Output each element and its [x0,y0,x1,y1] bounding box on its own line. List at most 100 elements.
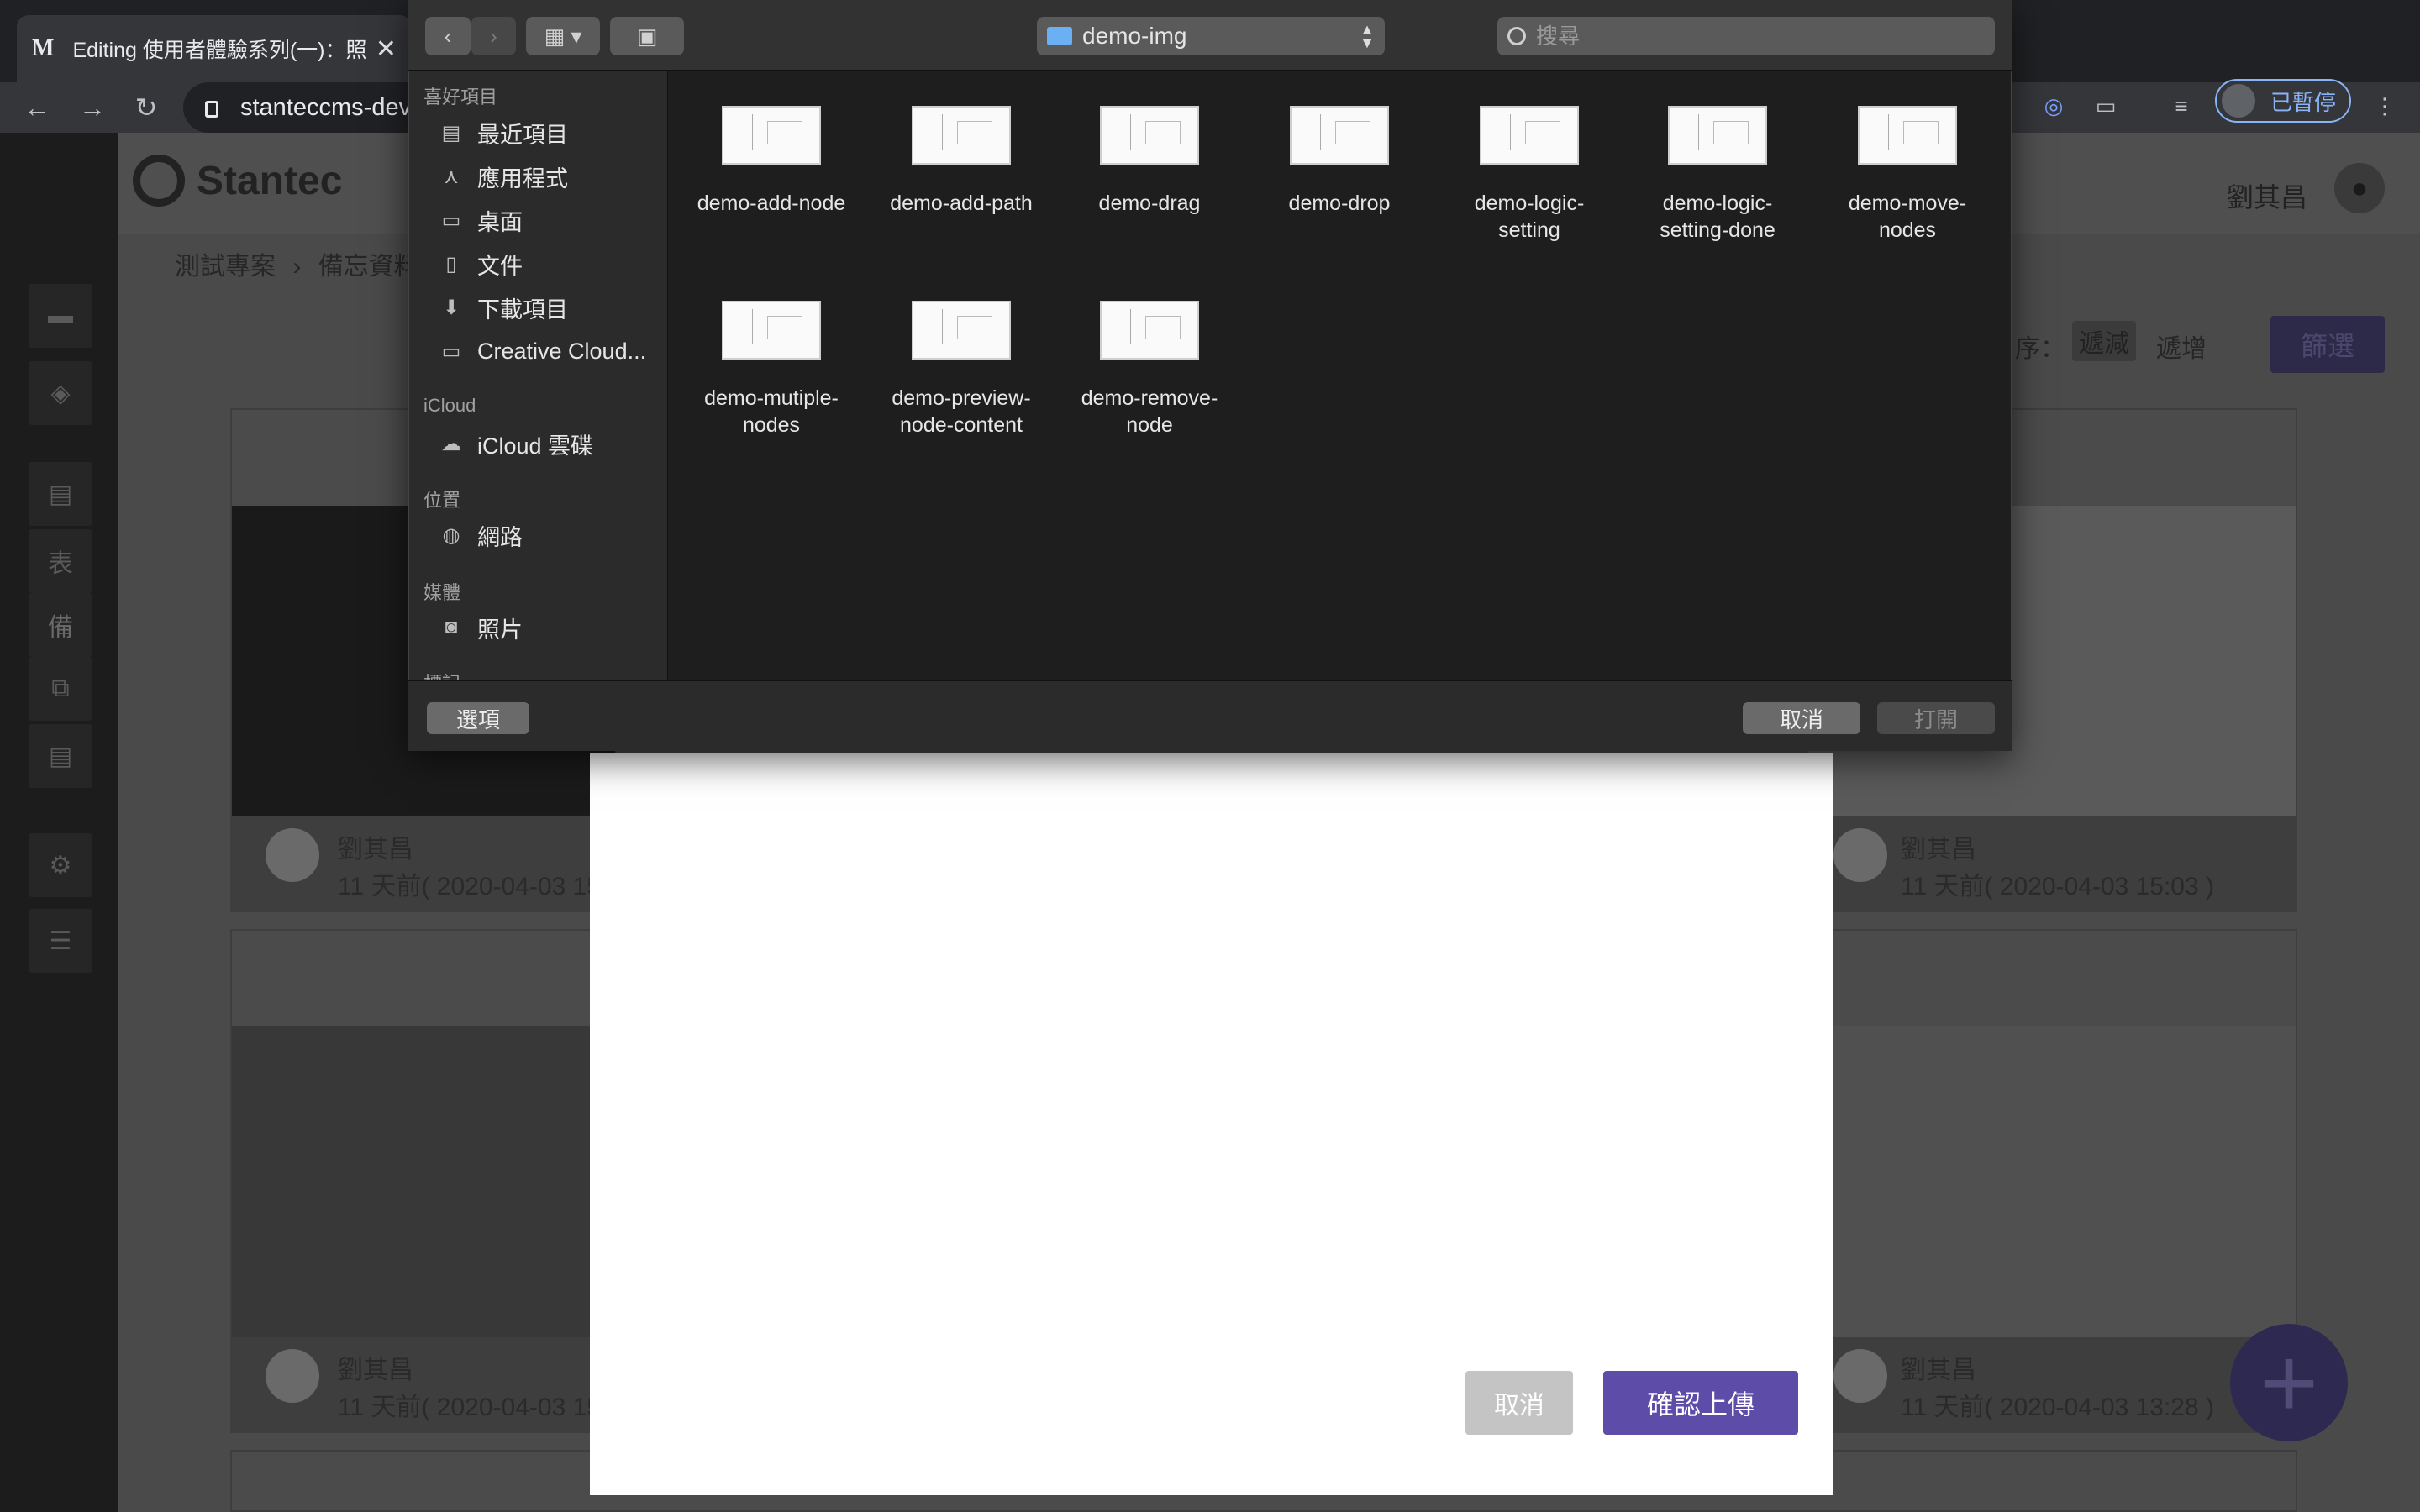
dialog-back-icon[interactable]: ‹ [425,17,471,55]
back-button[interactable]: ← [15,86,59,129]
user-avatar-icon[interactable]: ● [2334,163,2385,213]
image-file-icon [912,301,1011,360]
sidebar-item-creative-cloud[interactable]: ▭ Creative Cloud... [437,332,646,370]
card-date: 11 天前( 2020-04-03 13:28 ) [1901,1394,2214,1421]
file-item[interactable]: demo-add-node [687,106,855,217]
section-favorites: 喜好項目 [424,87,498,108]
sidebar-memo-item[interactable]: 備 [29,593,92,657]
view-mode-icon[interactable]: ▦ ▾ [526,17,600,55]
sidebar-table-item[interactable]: 表 [29,529,92,593]
sidebar-item-icloud-drive[interactable]: ☁ iCloud 雲碟 [437,424,593,463]
card-footer: 劉其昌 11 天前( 2020-04-03 15 [232,816,615,911]
sidebar-item-label: 最近項目 [477,122,568,148]
profile-button[interactable]: 已暫停 [2215,79,2351,123]
extension-icon[interactable]: ◎ [2035,87,2072,124]
file-item[interactable]: demo-add-path [877,106,1045,217]
file-item[interactable]: demo-mutiple-nodes [687,301,855,438]
add-memo-button[interactable]: + [2230,1324,2348,1441]
file-item[interactable]: demo-logic-setting [1445,106,1613,244]
sidebar-item-label: 桌面 [477,209,523,235]
address-text: stanteccms-dev [240,93,412,121]
file-item[interactable]: demo-drag [1065,106,1234,217]
sidebar-item-network[interactable]: ◍ 網路 [437,516,523,554]
sidebar-item-label: 下載項目 [477,297,568,323]
sidebar-folder-icon[interactable]: ▬ [29,284,92,348]
memo-card[interactable]: 劉其昌 11 天前( 2020-04-03 13:28 ) [1807,929,2297,1433]
card-thumbnail [1808,1026,2296,1337]
filter-button[interactable]: 篩選 [2270,316,2385,373]
image-file-icon [1858,106,1957,165]
medium-favicon-icon: M [32,35,55,61]
sidebar-item-label: 應用程式 [477,165,568,192]
options-button[interactable]: 選項 [427,702,529,734]
search-icon [1507,27,1526,45]
user-name: 劉其昌 [2227,182,2308,213]
sidebar-item-recents[interactable]: ▤ 最近項目 [437,113,568,152]
image-file-icon [1290,106,1389,165]
sidebar-item-desktop[interactable]: ▭ 桌面 [437,201,523,239]
section-tags: 標記 [424,669,460,680]
chevron-updown-icon: ▲ ▼ [1360,21,1375,51]
stantec-logo: Stantec [133,155,342,207]
file-name: demo-move-nodes [1848,192,1967,242]
image-file-icon [1668,106,1767,165]
breadcrumb-memo[interactable]: 備忘資料 [318,253,419,281]
search-input[interactable] [1536,23,1956,50]
browser-menu-icon[interactable]: ⋮ [2366,87,2403,124]
logo-text: Stantec [197,158,343,203]
dialog-cancel-button[interactable]: 取消 [1743,702,1860,734]
sidebar-layers-icon[interactable]: ⧉ [29,657,92,721]
network-globe-icon: ◍ [442,523,460,547]
sidebar-doc-icon[interactable]: ▤ [29,462,92,526]
sidebar-item-applications[interactable]: ⋏ 應用程式 [437,157,568,196]
image-file-icon [722,301,821,360]
dialog-open-button[interactable]: 打開 [1877,702,1995,734]
sidebar-item-downloads[interactable]: ⬇ 下載項目 [437,288,568,327]
sort-desc-button[interactable]: 遞減 [2072,321,2136,361]
reload-button[interactable]: ↻ [124,86,168,129]
section-locations: 位置 [424,490,461,511]
cloud-icon: ☁ [441,432,461,455]
browser-tab[interactable]: M Editing 使用者體驗系列(一)：照 ✕ [17,15,412,82]
forward-button[interactable]: → [71,86,114,129]
section-icloud: iCloud [424,395,476,416]
file-item[interactable]: demo-logic-setting-done [1634,106,1802,244]
sidebar-settings-icon[interactable]: ⚙ [29,833,92,897]
upload-cancel-button[interactable]: 取消 [1465,1371,1573,1435]
folder-path-select[interactable]: demo-img ▲ ▼ [1037,17,1385,55]
card-thumbnail [232,1026,615,1337]
sidebar-list-icon[interactable]: ☰ [29,909,92,973]
sidebar-item-label: iCloud 雲碟 [477,433,594,459]
new-folder-icon[interactable]: ▣ [610,17,684,55]
media-control-icon[interactable]: ≡ [2163,87,2200,124]
card-date: 11 天前( 2020-04-03 15 [338,1394,601,1421]
dialog-search[interactable] [1497,17,1995,55]
sort-label: 序： [2015,335,2065,363]
breadcrumb-project[interactable]: 測試專案 [175,253,276,281]
sidebar-item-label: 照片 [477,617,523,643]
card-author: 劉其昌 [338,1357,413,1384]
image-file-icon [722,106,821,165]
desktop-icon: ▭ [441,208,461,232]
file-name: demo-logic-setting-done [1660,192,1776,242]
file-item[interactable]: demo-drop [1255,106,1423,217]
memo-card[interactable]: 劉其昌 11 天前( 2020-04-03 15 [230,929,617,1433]
file-item[interactable]: demo-remove-node [1065,301,1234,438]
card-date: 11 天前( 2020-04-03 15:03 ) [1901,873,2214,900]
tab-close-icon[interactable]: ✕ [376,34,397,64]
image-file-icon [1480,106,1579,165]
sidebar-item-photos[interactable]: ◙ 照片 [437,608,523,647]
folder-icon [1047,27,1072,45]
sort-asc-button[interactable]: 遞增 [2156,328,2207,365]
upload-confirm-button[interactable]: 確認上傳 [1603,1371,1798,1435]
file-item[interactable]: demo-move-nodes [1823,106,1991,244]
tab-title: Editing 使用者體驗系列(一)：照 [72,39,366,62]
extension-icon-2[interactable]: ▭ [2087,87,2124,124]
sidebar-file-icon[interactable]: ▤ [29,724,92,788]
dialog-forward-icon[interactable]: › [471,17,516,55]
sidebar-model-icon[interactable]: ◈ [29,361,92,425]
sidebar-item-documents[interactable]: ▯ 文件 [437,244,523,283]
image-file-icon [1100,106,1199,165]
file-item[interactable]: demo-preview-node-content [877,301,1045,438]
file-name: demo-add-node [697,192,846,215]
